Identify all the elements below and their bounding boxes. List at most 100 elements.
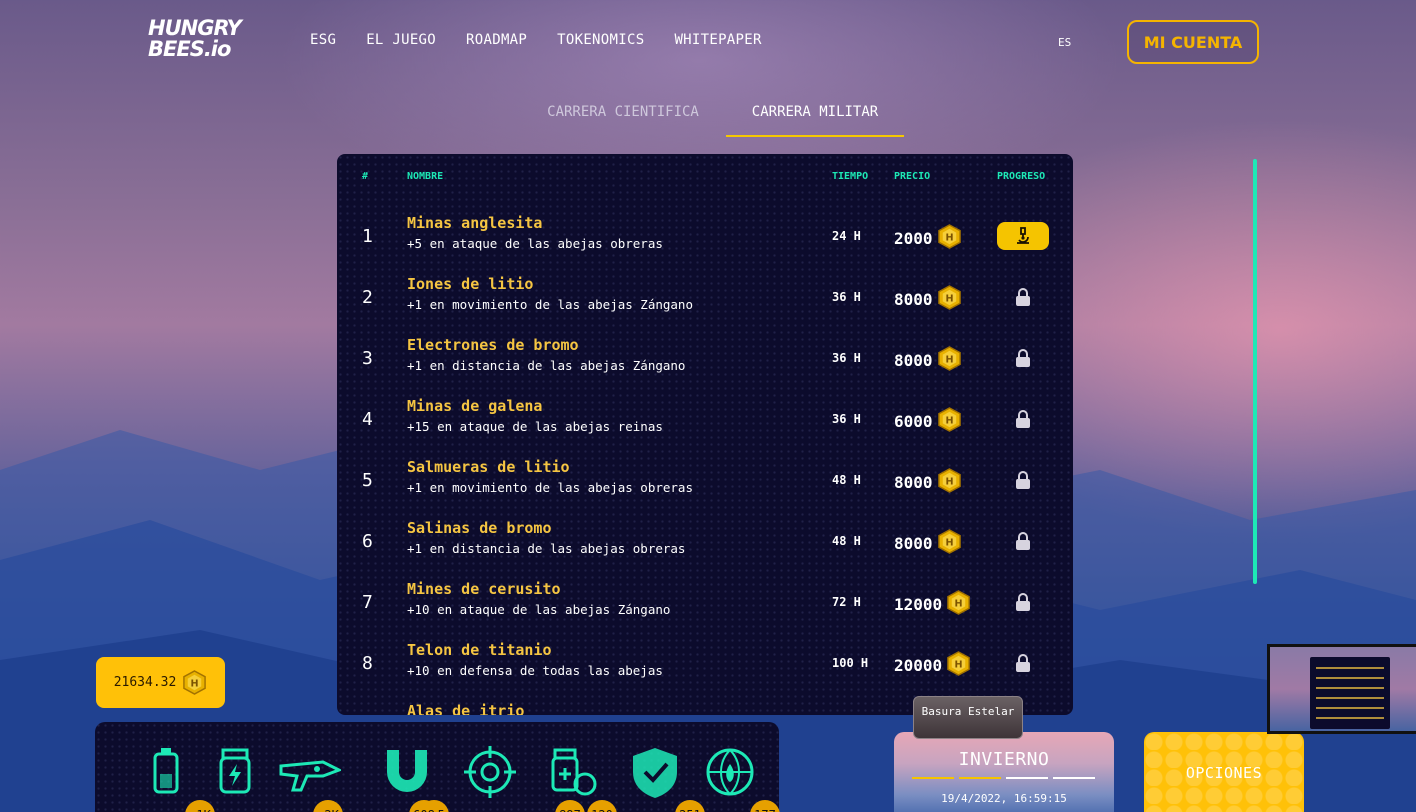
research-time: 24 H [832, 229, 861, 243]
table-scrollbar[interactable] [1253, 159, 1257, 584]
table-row[interactable]: 6 Salinas de bromo +1 en distancia de la… [337, 515, 1073, 576]
row-num: 4 [362, 409, 373, 430]
research-price: 8000 H [894, 529, 962, 558]
my-account-button[interactable]: MI CUENTA [1127, 20, 1259, 64]
research-description: +15 en ataque de las abejas reinas [407, 419, 663, 434]
honey-coin-icon: H [946, 651, 971, 680]
research-name: Salinas de bromo [407, 519, 552, 537]
research-price: 12000 H [894, 590, 971, 619]
research-description: +1 en movimiento de las abejas Zángano [407, 297, 693, 312]
nav-tokenomics[interactable]: TOKENOMICS [557, 32, 644, 48]
lock-icon [997, 649, 1049, 677]
research-table: # NOMBRE TIEMPO PRECIO PROGRESO 1 Minas … [337, 154, 1073, 715]
resource-item[interactable]: 251 [625, 744, 705, 812]
table-row[interactable]: 1 Minas anglesita +5 en ataque de las ab… [337, 210, 1073, 271]
research-name: Mines de cerusito [407, 580, 561, 598]
row-num: 6 [362, 531, 373, 552]
tab-military-career[interactable]: CARRERA MILITAR [726, 95, 904, 137]
resource-count: 177 [750, 800, 780, 812]
row-num: 9 [362, 714, 373, 715]
resource-item[interactable]: >2K [205, 744, 343, 812]
nav-esg[interactable]: ESG [310, 32, 336, 48]
nav-el-juego[interactable]: EL JUEGO [366, 32, 436, 48]
lock-icon [997, 527, 1049, 555]
honey-coin-icon: H [183, 670, 207, 695]
svg-text:H: H [955, 598, 963, 609]
resources-bar: >1K >2K 205 608 897 120 251 177 [95, 722, 780, 812]
table-row[interactable]: 2 Iones de litio +1 en movimiento de las… [337, 271, 1073, 332]
lock-icon [997, 466, 1049, 494]
logo-line2: BEES.io [148, 37, 231, 61]
research-name: Minas anglesita [407, 214, 543, 232]
research-name: Electrones de bromo [407, 336, 579, 354]
fire-globe-icon [706, 748, 754, 796]
col-price: PRECIO [894, 171, 931, 182]
start-research-button[interactable] [997, 222, 1049, 250]
lock-icon [997, 405, 1049, 433]
row-num: 1 [362, 226, 373, 247]
research-description: +1 en distancia de las abejas Zángano [407, 358, 686, 373]
resource-item[interactable]: 205 [277, 744, 449, 812]
resource-item[interactable]: 120 [545, 744, 617, 812]
resource-item[interactable]: >1K [135, 744, 215, 812]
research-description: +1 en movimiento de las abejas obreras [407, 480, 693, 495]
col-time: TIEMPO [832, 171, 869, 182]
row-num: 7 [362, 592, 373, 613]
honey-coin-icon: H [937, 468, 962, 497]
language-selector[interactable]: ES [1058, 36, 1071, 49]
research-name: Alas de itrio [407, 702, 525, 715]
career-tabs: CARRERA CIENTIFICA CARRERA MILITAR [522, 95, 904, 137]
season-date: 19/4/2022, 16:59:15 [941, 792, 1067, 805]
col-name: NOMBRE [407, 171, 444, 182]
research-price: 8000 H [894, 468, 962, 497]
col-progress: PROGRESO [997, 171, 1046, 182]
crosshair-icon [464, 746, 516, 798]
table-row[interactable]: 7 Mines de cerusito +10 en ataque de las… [337, 576, 1073, 637]
row-num: 8 [362, 653, 373, 674]
resource-item[interactable]: 608 [377, 744, 447, 812]
season-widget[interactable]: INVIERNO 19/4/2022, 16:59:15 [894, 732, 1114, 812]
row-num: 5 [362, 470, 373, 491]
research-time: 36 H [832, 290, 861, 304]
research-time: 48 H [832, 534, 861, 548]
medicine-icon [551, 748, 597, 796]
resource-count: 120 [587, 800, 617, 812]
col-num: # [362, 171, 369, 182]
table-row[interactable]: 4 Minas de galena +15 en ataque de las a… [337, 393, 1073, 454]
table-row[interactable]: 3 Electrones de bromo +1 en distancia de… [337, 332, 1073, 393]
table-row[interactable]: 8 Telon de titanio +10 en defensa de tod… [337, 637, 1073, 698]
options-button[interactable]: OPCIONES [1144, 732, 1304, 812]
hungry-bees-logo[interactable]: HUNGRY BEES.io [148, 18, 264, 64]
tab-scientific-career[interactable]: CARRERA CIENTIFICA [522, 95, 724, 137]
main-nav: ESG EL JUEGO ROADMAP TOKENOMICS WHITEPAP… [310, 32, 762, 48]
research-name: Salmueras de litio [407, 458, 570, 476]
season-tag: Basura Estelar [913, 696, 1023, 739]
research-price: 8000 H [894, 346, 962, 375]
research-price: 6000 H [894, 407, 962, 436]
nav-whitepaper[interactable]: WHITEPAPER [674, 32, 761, 48]
page-preview-thumbnail[interactable] [1267, 644, 1416, 734]
research-name: Telon de titanio [407, 641, 552, 659]
research-price: 2000 H [894, 224, 962, 253]
table-row[interactable]: 5 Salmueras de litio +1 en movimiento de… [337, 454, 1073, 515]
svg-text:H: H [945, 354, 953, 365]
balance-value: 21634.32 [113, 675, 177, 690]
honey-coin-icon: H [946, 590, 971, 619]
research-time: 48 H [832, 473, 861, 487]
nav-roadmap[interactable]: ROADMAP [466, 32, 527, 48]
research-description: +5 en ataque de las abejas obreras [407, 236, 663, 251]
research-price: 20000 H [894, 651, 971, 680]
lock-icon [997, 588, 1049, 616]
row-num: 2 [362, 287, 373, 308]
row-num: 3 [362, 348, 373, 369]
research-description: +1 en distancia de las abejas obreras [407, 541, 686, 556]
lock-icon [997, 283, 1049, 311]
svg-text:H: H [191, 678, 199, 689]
research-description: +10 en defensa de todas las abejas [407, 663, 663, 678]
research-price: 8000 H [894, 285, 962, 314]
research-time: 36 H [832, 351, 861, 365]
season-name: INVIERNO [958, 749, 1050, 770]
resource-item[interactable]: 177 [700, 744, 780, 812]
resource-item[interactable]: 897 [460, 744, 585, 812]
svg-text:H: H [945, 537, 953, 548]
